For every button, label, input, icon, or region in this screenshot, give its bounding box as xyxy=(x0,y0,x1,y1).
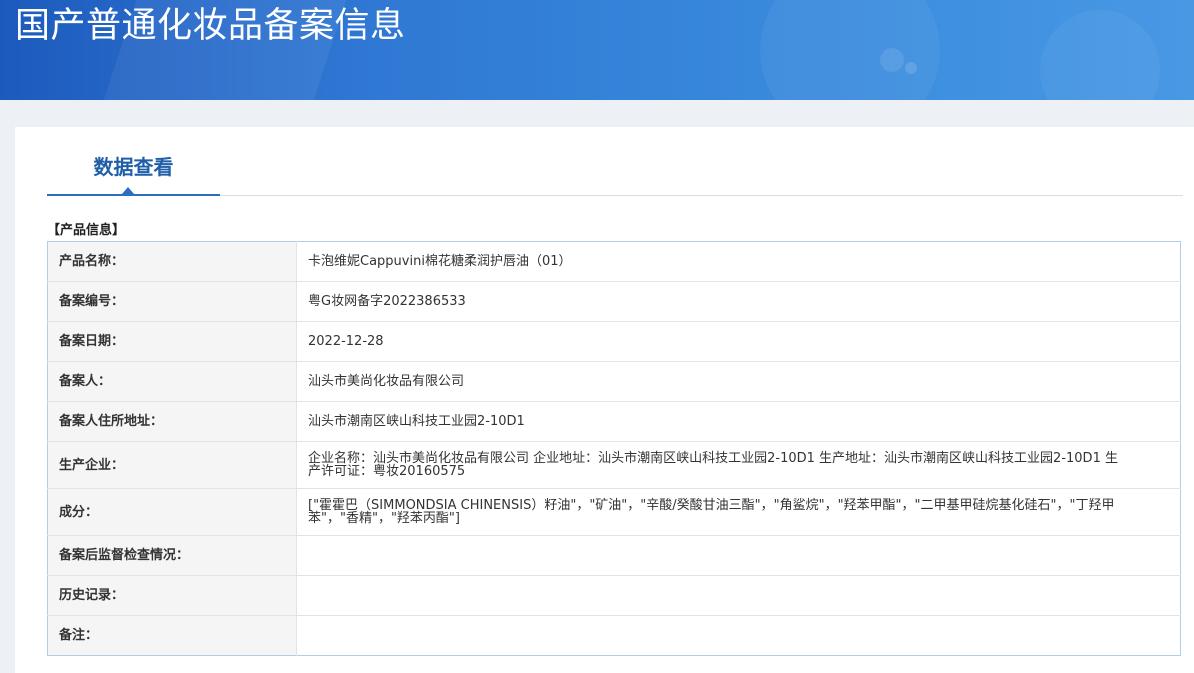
table-row-supervision-inspection: 备案后监督检查情况： xyxy=(47,535,1181,576)
row-label: 备案日期： xyxy=(47,321,297,362)
caret-up-icon xyxy=(122,187,134,194)
row-value: 企业名称：汕头市美尚化妆品有限公司 企业地址：汕头市潮南区峡山科技工业园2-10… xyxy=(296,441,1181,489)
table-row-registration-number: 备案编号： 粤G妆网备字2022386533 xyxy=(47,281,1181,322)
page-title: 国产普通化妆品备案信息 xyxy=(15,6,406,46)
banner-decoration xyxy=(905,62,917,74)
registrant-address-value: 汕头市潮南区峡山科技工业园2-10D1 xyxy=(308,414,525,429)
row-value: 汕头市潮南区峡山科技工业园2-10D1 xyxy=(296,401,1181,442)
row-value: ["霍霍巴（SIMMONDSIA CHINENSIS）籽油"，"矿油"，"辛酸/… xyxy=(296,488,1181,536)
row-label: 备案后监督检查情况： xyxy=(47,535,297,576)
row-value: 粤G妆网备字2022386533 xyxy=(296,281,1181,322)
registration-number-value: 粤G妆网备字2022386533 xyxy=(308,294,466,309)
header-banner: 国产普通化妆品备案信息 xyxy=(0,0,1194,100)
row-value xyxy=(296,535,1181,576)
row-label: 备注： xyxy=(47,615,297,656)
table-row-manufacturer: 生产企业： 企业名称：汕头市美尚化妆品有限公司 企业地址：汕头市潮南区峡山科技工… xyxy=(47,441,1181,489)
row-label: 备案人： xyxy=(47,361,297,402)
row-value: 2022-12-28 xyxy=(296,321,1181,362)
banner-decoration xyxy=(760,0,940,100)
banner-decoration xyxy=(880,48,904,72)
row-label: 产品名称： xyxy=(47,241,297,282)
table-row-product-name: 产品名称： 卡泡维妮Cappuvini棉花糖柔润护唇油（01） xyxy=(47,241,1181,282)
table-row-registration-date: 备案日期： 2022-12-28 xyxy=(47,321,1181,362)
table-row-history: 历史记录： xyxy=(47,575,1181,616)
table-row-registrant: 备案人： 汕头市美尚化妆品有限公司 xyxy=(47,361,1181,402)
row-value: 卡泡维妮Cappuvini棉花糖柔润护唇油（01） xyxy=(297,242,1181,282)
product-name-value: 卡泡维妮Cappuvini棉花糖柔润护唇油（01） xyxy=(308,254,572,269)
registration-date-value: 2022-12-28 xyxy=(308,334,384,349)
row-label: 成分： xyxy=(47,488,297,536)
ingredients-value: ["霍霍巴（SIMMONDSIA CHINENSIS）籽油"，"矿油"，"辛酸/… xyxy=(308,498,1115,526)
content-panel: 数据查看 【产品信息】 产品名称： 卡泡维妮Cappuvini棉花糖柔润护唇油（… xyxy=(15,127,1194,673)
row-label: 备案编号： xyxy=(47,281,297,322)
active-tab-indicator xyxy=(47,194,220,196)
row-value xyxy=(296,575,1181,616)
banner-decoration xyxy=(1040,10,1160,100)
registrant-value: 汕头市美尚化妆品有限公司 xyxy=(308,374,465,389)
row-label: 历史记录： xyxy=(47,575,297,616)
row-value: 汕头市美尚化妆品有限公司 xyxy=(296,361,1181,402)
table-row-remarks: 备注： xyxy=(47,615,1181,656)
tab-data-view[interactable]: 数据查看 xyxy=(47,153,220,181)
manufacturer-value: 企业名称：汕头市美尚化妆品有限公司 企业地址：汕头市潮南区峡山科技工业园2-10… xyxy=(308,451,1118,479)
table-row-registrant-address: 备案人住所地址： 汕头市潮南区峡山科技工业园2-10D1 xyxy=(47,401,1181,442)
table-row-ingredients: 成分： ["霍霍巴（SIMMONDSIA CHINENSIS）籽油"，"矿油"，… xyxy=(47,488,1181,536)
row-value xyxy=(296,615,1181,656)
row-label: 生产企业： xyxy=(47,441,297,489)
row-label: 备案人住所地址： xyxy=(47,401,297,442)
section-title-product-info: 【产品信息】 xyxy=(47,223,126,238)
product-info-table: 产品名称： 卡泡维妮Cappuvini棉花糖柔润护唇油（01） 备案编号： 粤G… xyxy=(47,241,1181,656)
